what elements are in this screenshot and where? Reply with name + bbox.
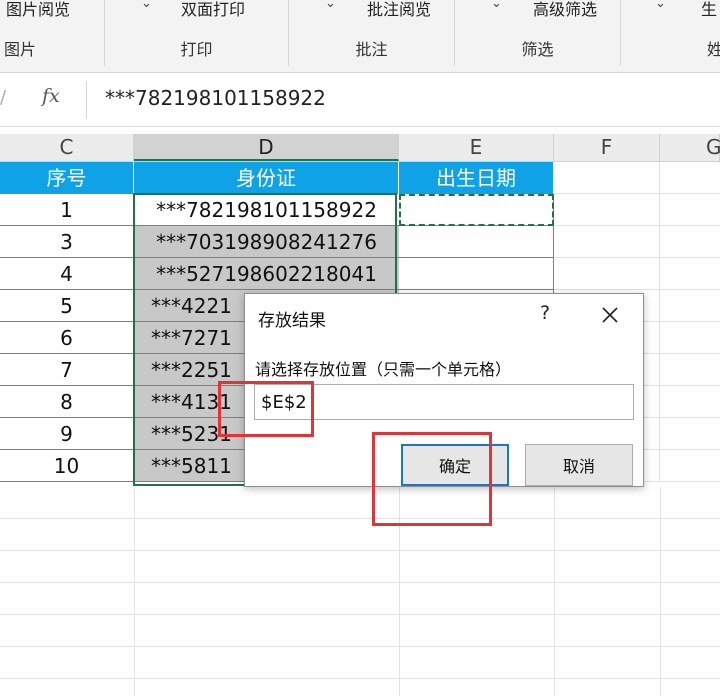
empty-cell[interactable] — [660, 226, 720, 258]
grid-line — [0, 678, 720, 679]
grid-line — [0, 614, 720, 615]
formula-divider — [86, 81, 87, 119]
id-cell-text: ***5811 — [151, 454, 232, 478]
help-icon[interactable]: ? — [533, 302, 557, 324]
column-header-d[interactable]: D — [134, 134, 399, 161]
header-cell-id[interactable]: 身份证 — [134, 162, 399, 194]
id-cell-text: ***4131 — [151, 390, 232, 414]
id-cell-text: ***4221 — [151, 294, 232, 318]
empty-cell[interactable] — [660, 354, 720, 386]
ribbon-group-label: 打印 — [180, 40, 213, 59]
ribbon-group-label: 姓 — [707, 40, 720, 59]
empty-cell[interactable] — [660, 386, 720, 418]
cancel-button[interactable]: 取消 — [525, 444, 633, 486]
name-box-edge: / — [0, 87, 7, 108]
column-header-c[interactable]: C — [0, 134, 134, 161]
birthdate-cell[interactable] — [399, 258, 554, 290]
empty-cell[interactable] — [660, 322, 720, 354]
ribbon-group-picture: 图片阅览 图片 — [0, 0, 104, 72]
ribbon-group-name: ⌄ 生 姓 — [621, 0, 720, 72]
empty-cell[interactable] — [554, 194, 660, 226]
chevron-down-icon[interactable]: ⌄ — [491, 0, 502, 11]
grid-line — [0, 582, 720, 583]
id-cell-text: ***5231 — [151, 422, 232, 446]
picture-view-button[interactable]: 图片阅览 — [6, 0, 70, 20]
empty-cell[interactable] — [660, 194, 720, 226]
id-cell-text: ***7271 — [151, 326, 232, 350]
grid-line — [0, 550, 720, 551]
location-field-box[interactable] — [254, 384, 634, 420]
store-result-dialog: 存放结果 ? 请选择存放位置（只需一个单元格） 确定 取消 — [244, 293, 644, 487]
seq-cell[interactable]: 3 — [0, 226, 134, 258]
duplex-print-button[interactable]: 双面打印 — [181, 0, 245, 20]
ribbon-group-label: 图片 — [4, 40, 37, 59]
header-cell-birthdate[interactable]: 出生日期 — [399, 162, 554, 194]
chevron-down-icon[interactable]: ⌄ — [655, 0, 666, 11]
comment-view-button[interactable]: 批注阅览 — [367, 0, 431, 20]
grid-line — [660, 487, 661, 696]
seq-cell[interactable]: 4 — [0, 258, 134, 290]
advanced-filter-button[interactable]: 高级筛选 — [533, 0, 597, 20]
seq-cell[interactable]: 8 — [0, 386, 134, 418]
id-cell-text: ***2251 — [151, 358, 232, 382]
grid-line — [0, 646, 720, 647]
seq-cell[interactable]: 10 — [0, 450, 134, 482]
formula-input[interactable]: ***782198101158922 — [105, 86, 326, 110]
ribbon: 图片阅览 图片 ⌄ 双面打印 打印 ⌄ 批注阅览 批注 ⌄ 高级筛选 筛选 ⌄ … — [0, 0, 720, 73]
dialog-prompt: 请选择存放位置（只需一个单元格） — [255, 360, 512, 379]
ribbon-group-filter: ⌄ 高级筛选 筛选 — [455, 0, 620, 72]
grid-line — [399, 487, 400, 696]
seq-cell[interactable]: 5 — [0, 290, 134, 322]
ribbon-group-comment: ⌄ 批注阅览 批注 — [289, 0, 454, 72]
empty-cell[interactable] — [554, 258, 660, 290]
location-input[interactable] — [261, 389, 621, 415]
grid-line — [0, 518, 720, 519]
table-row: 4 ***527198602218041 — [0, 258, 720, 290]
table-row: 1 ***782198101158922 — [0, 194, 720, 226]
ribbon-button-partial[interactable]: 生 — [701, 0, 717, 20]
column-headers: C D E F G — [0, 134, 720, 162]
chevron-down-icon[interactable]: ⌄ — [141, 0, 152, 11]
empty-cell[interactable] — [660, 258, 720, 290]
birthdate-cell[interactable] — [399, 226, 554, 258]
dialog-title: 存放结果 — [258, 311, 326, 331]
empty-cell[interactable] — [554, 226, 660, 258]
seq-cell[interactable]: 1 — [0, 194, 134, 226]
grid-line — [554, 487, 555, 696]
header-cell-seq[interactable]: 序号 — [0, 162, 134, 194]
grid-line — [134, 487, 135, 696]
id-cell[interactable]: ***703198908241276 — [134, 226, 399, 258]
ribbon-group-print: ⌄ 双面打印 打印 — [105, 0, 288, 72]
empty-cell[interactable] — [660, 418, 720, 450]
ribbon-group-label: 批注 — [355, 40, 388, 59]
close-icon[interactable] — [595, 300, 625, 330]
chevron-down-icon[interactable]: ⌄ — [325, 0, 336, 11]
id-cell[interactable]: ***527198602218041 — [134, 258, 399, 290]
column-header-g[interactable]: G — [660, 134, 720, 161]
column-header-f[interactable]: F — [554, 134, 660, 161]
formula-bar: / fx ***782198101158922 — [0, 73, 720, 127]
birthdate-cell[interactable] — [399, 194, 554, 226]
ok-button[interactable]: 确定 — [401, 444, 509, 486]
empty-cell[interactable] — [660, 290, 720, 322]
ribbon-group-label: 筛选 — [521, 40, 554, 59]
fx-icon[interactable]: fx — [42, 85, 60, 107]
empty-cell[interactable] — [554, 162, 660, 194]
empty-cell[interactable] — [660, 450, 720, 482]
empty-cell[interactable] — [660, 162, 720, 194]
column-header-e[interactable]: E — [399, 134, 554, 161]
id-cell[interactable]: ***782198101158922 — [134, 194, 399, 226]
table-row: 3 ***703198908241276 — [0, 226, 720, 258]
seq-cell[interactable]: 9 — [0, 418, 134, 450]
seq-cell[interactable]: 6 — [0, 322, 134, 354]
seq-cell[interactable]: 7 — [0, 354, 134, 386]
